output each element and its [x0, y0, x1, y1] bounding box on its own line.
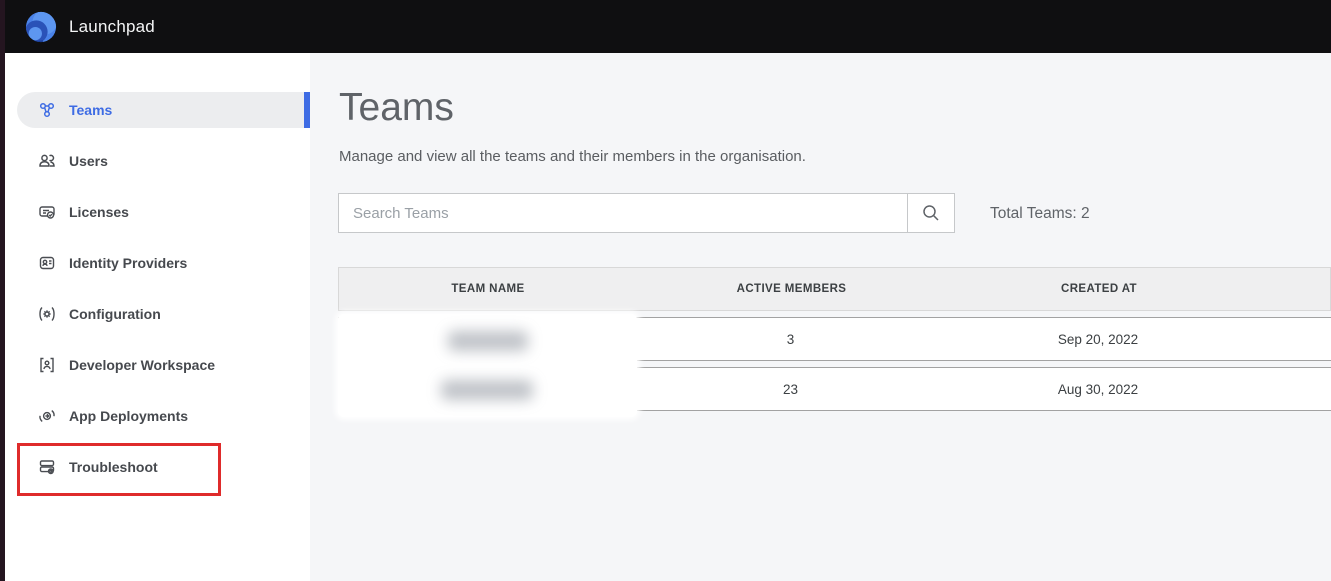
redacted-team-name [441, 380, 533, 400]
identity-badge-icon [38, 254, 56, 272]
sidebar-nav: Teams Users Licenses [5, 53, 310, 581]
redacted-team-name [448, 331, 528, 351]
teams-group-icon [38, 101, 56, 119]
search-bar [338, 193, 955, 233]
developer-brackets-icon [38, 356, 56, 374]
sidebar-item-identity-providers[interactable]: Identity Providers [17, 245, 310, 281]
sidebar-item-label: Teams [69, 102, 112, 118]
page-title: Teams [339, 86, 454, 130]
sidebar-item-label: App Deployments [69, 408, 188, 424]
deploy-orbit-icon [38, 407, 56, 425]
window-edge-strip [0, 0, 5, 581]
sidebar-item-label: Troubleshoot [69, 459, 158, 475]
sidebar-item-label: Configuration [69, 306, 161, 322]
top-app-bar: Launchpad [0, 0, 1331, 53]
sidebar-item-label: Users [69, 153, 108, 169]
users-icon [38, 152, 56, 170]
sidebar-item-teams[interactable]: Teams [17, 92, 310, 128]
active-item-indicator [304, 92, 310, 128]
table-header-row: TEAM NAME ACTIVE MEMBERS CREATED AT [338, 267, 1331, 311]
launchpad-logo-icon [24, 10, 58, 44]
active-members-cell: 23 [636, 382, 945, 397]
active-members-cell: 3 [636, 332, 945, 347]
sidebar-item-label: Developer Workspace [69, 357, 215, 373]
sidebar-item-licenses[interactable]: Licenses [17, 194, 310, 230]
sidebar-item-label: Identity Providers [69, 255, 187, 271]
column-header-created-at: CREATED AT [946, 283, 1252, 295]
gear-braces-icon [38, 305, 56, 323]
server-gear-icon [38, 458, 56, 476]
search-button[interactable] [907, 194, 954, 232]
total-teams-count: Total Teams: 2 [990, 205, 1090, 223]
column-header-team-name: TEAM NAME [339, 283, 637, 295]
column-header-active-members: ACTIVE MEMBERS [637, 283, 946, 295]
created-at-cell: Sep 20, 2022 [945, 332, 1251, 347]
teams-table: TEAM NAME ACTIVE MEMBERS CREATED AT 3 Se… [338, 267, 1331, 411]
search-input[interactable] [339, 194, 907, 232]
search-icon [920, 202, 942, 224]
license-card-icon [38, 203, 56, 221]
sidebar-item-developer-workspace[interactable]: Developer Workspace [17, 347, 310, 383]
page-subtitle: Manage and view all the teams and their … [339, 148, 806, 165]
app-window: Launchpad Teams Users [0, 0, 1331, 581]
redacted-team-names-overlay [338, 314, 637, 417]
app-title: Launchpad [69, 17, 155, 37]
sidebar-item-app-deployments[interactable]: App Deployments [17, 398, 310, 434]
sidebar-item-configuration[interactable]: Configuration [17, 296, 310, 332]
sidebar-item-troubleshoot[interactable]: Troubleshoot [17, 449, 310, 485]
created-at-cell: Aug 30, 2022 [945, 382, 1251, 397]
sidebar-item-label: Licenses [69, 204, 129, 220]
main-content: Teams Manage and view all the teams and … [310, 53, 1331, 581]
sidebar-item-users[interactable]: Users [17, 143, 310, 179]
